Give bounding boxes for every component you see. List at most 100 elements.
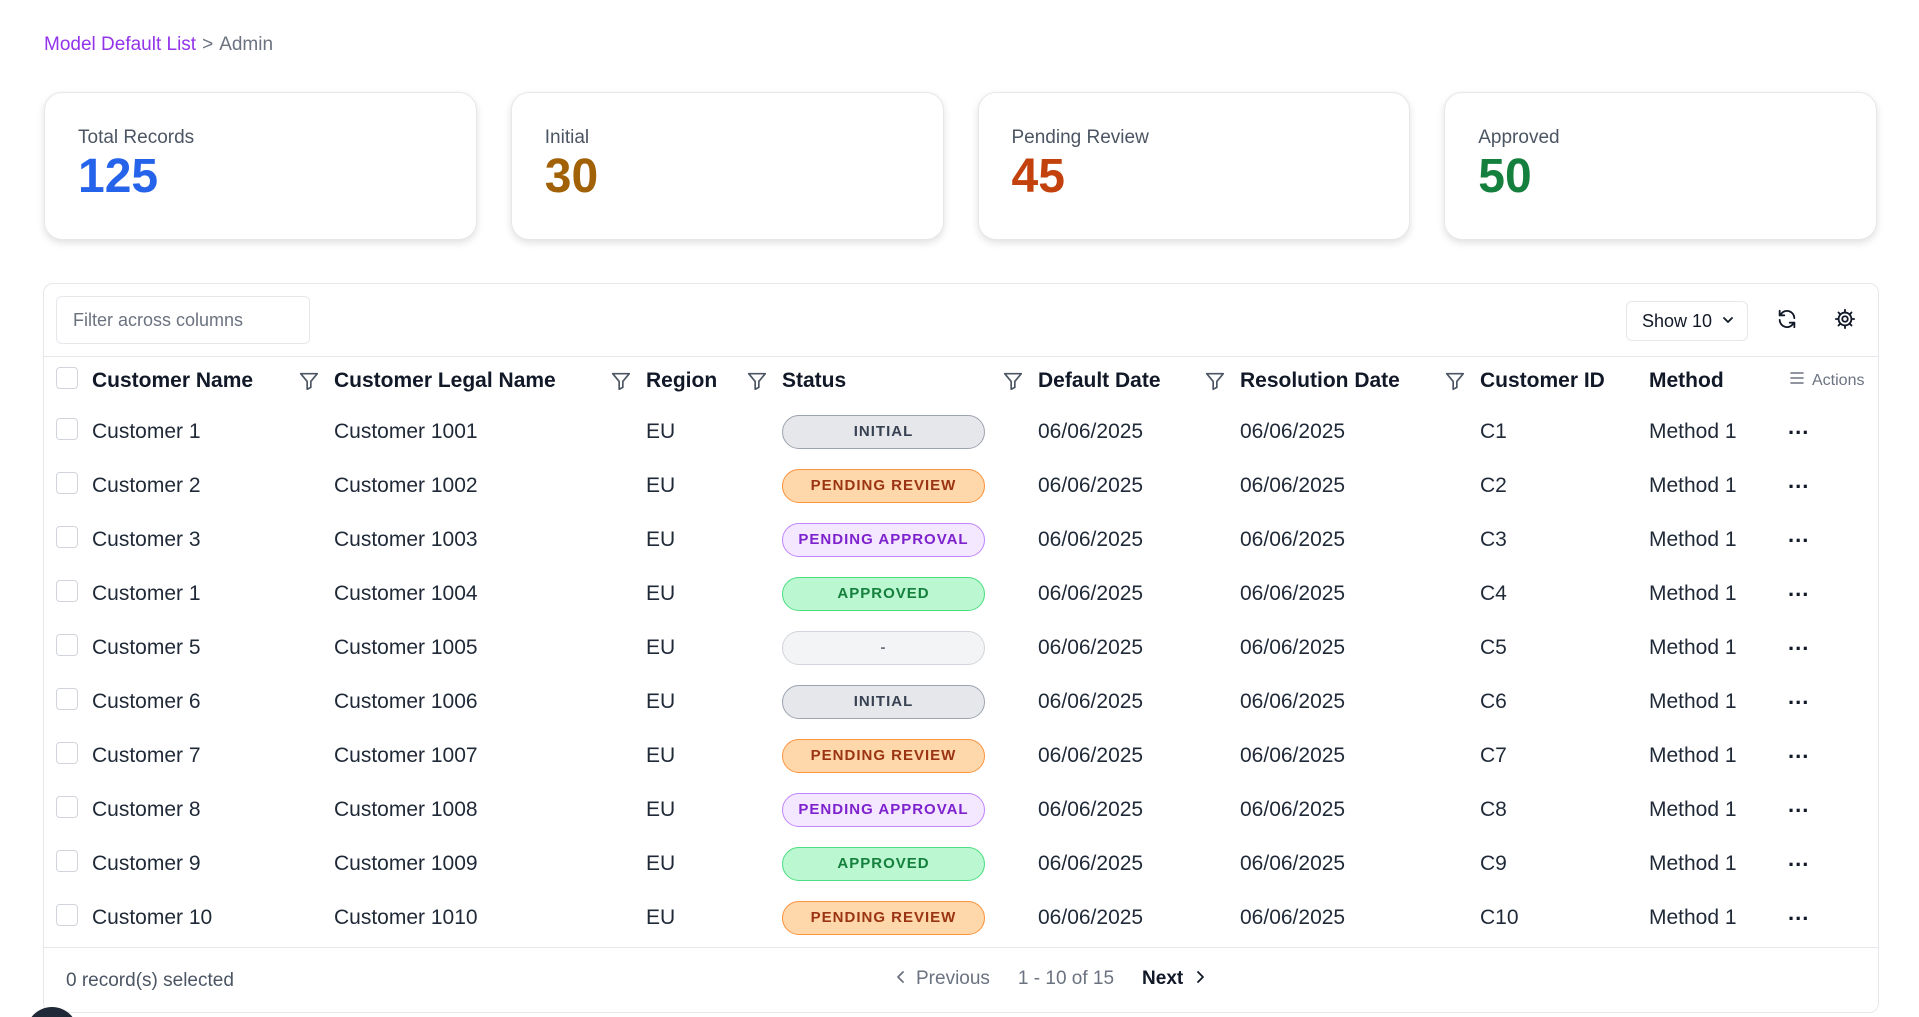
cell-customer-id: C6 [1480, 689, 1507, 713]
row-checkbox[interactable] [56, 471, 78, 494]
stat-card-approved: Approved 50 [1444, 92, 1877, 240]
filter-icon[interactable] [1204, 370, 1226, 392]
row-checkbox[interactable] [56, 633, 78, 656]
cell-legal-name: Customer 1010 [334, 905, 478, 929]
cell-method: Method 1 [1649, 473, 1737, 497]
column-header-label[interactable]: Customer ID [1480, 369, 1605, 392]
cell-status: INITIAL [782, 405, 1038, 459]
cell-status: PENDING APPROVAL [782, 513, 1038, 567]
gear-icon[interactable] [1832, 306, 1858, 332]
row-checkbox[interactable] [56, 903, 78, 926]
filter-icon[interactable] [610, 370, 632, 392]
cell-actions: ... [1788, 513, 1878, 567]
stat-cards: Total Records 125 Initial 30 Pending Rev… [44, 92, 1877, 240]
table-row[interactable]: Customer 9 Customer 1009 EU APPROVED 06/06/2… [44, 837, 1878, 891]
row-checkbox[interactable] [56, 417, 78, 440]
status-badge: PENDING REVIEW [782, 900, 985, 935]
row-checkbox[interactable] [56, 741, 78, 764]
chevron-right-icon [1193, 968, 1207, 990]
breadcrumb-current: Admin [219, 34, 274, 55]
row-checkbox[interactable] [56, 687, 78, 710]
status-badge: INITIAL [782, 414, 985, 449]
row-select-cell [44, 459, 92, 513]
table-row[interactable]: Customer 5 Customer 1005 EU - 06/06/2025 06/0… [44, 621, 1878, 675]
row-select-cell [44, 675, 92, 729]
table-row[interactable]: Customer 2 Customer 1002 EU PENDING REVIEW 0… [44, 459, 1878, 513]
column-header-label[interactable]: Status [782, 369, 846, 393]
table-footer: 0 record(s) selected Previous 1 - 10 of … [44, 947, 1878, 1013]
stat-card-total: Total Records 125 [44, 92, 477, 240]
stat-value: 125 [78, 150, 159, 203]
table-body: Customer 1 Customer 1001 EU INITIAL 06/06/20… [44, 405, 1878, 945]
cell-customer-id: C5 [1480, 635, 1507, 659]
row-actions-button[interactable]: ... [1788, 468, 1809, 493]
row-actions-button[interactable]: ... [1788, 576, 1809, 601]
filter-icon[interactable] [1002, 370, 1024, 392]
status-badge: APPROVED [782, 576, 985, 611]
row-actions-button[interactable]: ... [1788, 630, 1809, 655]
table-row[interactable]: Customer 1 Customer 1004 EU APPROVED 06/06/2… [44, 567, 1878, 621]
status-badge: PENDING REVIEW [782, 738, 985, 773]
cell-customer-id: C10 [1480, 905, 1519, 929]
cell-legal-name: Customer 1005 [334, 635, 478, 659]
col-actions: Actions [1788, 357, 1878, 405]
page-size-select[interactable]: Show 10 [1626, 301, 1748, 341]
table-row[interactable]: Customer 1 Customer 1001 EU INITIAL 06/06/20… [44, 405, 1878, 459]
cell-resolution-date: 06/06/2025 [1240, 743, 1346, 767]
col-region: Region [646, 357, 782, 405]
breadcrumb-link-model-default-list[interactable]: Model Default List [44, 34, 196, 56]
cell-default-date: 06/06/2025 [1038, 473, 1144, 497]
table-row[interactable]: Customer 8 Customer 1008 EU PENDING APPROVA… [44, 783, 1878, 837]
select-all-checkbox[interactable] [56, 366, 78, 389]
filter-icon[interactable] [1444, 370, 1466, 392]
cell-default-date: 06/06/2025 [1038, 905, 1144, 929]
cell-status: PENDING REVIEW [782, 459, 1038, 513]
page-size-label: Show 10 [1642, 310, 1713, 331]
row-actions-button[interactable]: ... [1788, 846, 1809, 871]
status-badge: PENDING APPROVAL [782, 522, 985, 557]
actions-header[interactable]: Actions [1788, 369, 1878, 392]
cell-region: EU [646, 905, 676, 929]
row-actions-button[interactable]: ... [1788, 792, 1809, 817]
status-badge: PENDING REVIEW [782, 468, 985, 503]
cell-legal-name: Customer 1008 [334, 797, 478, 821]
stat-label: Initial [544, 127, 590, 148]
column-header-label[interactable]: Resolution Date [1240, 369, 1400, 393]
cell-actions: ... [1788, 783, 1878, 837]
column-header-label[interactable]: Customer Legal Name [334, 369, 556, 393]
refresh-icon[interactable] [1774, 306, 1800, 332]
cell-resolution-date: 06/06/2025 [1240, 689, 1346, 713]
row-actions-button[interactable]: ... [1788, 414, 1809, 439]
cell-method: Method 1 [1649, 581, 1737, 605]
row-checkbox[interactable] [56, 579, 78, 602]
row-checkbox[interactable] [56, 849, 78, 872]
col-status: Status [782, 357, 1038, 405]
row-checkbox[interactable] [56, 525, 78, 548]
cell-method: Method 1 [1649, 797, 1737, 821]
row-actions-button[interactable]: ... [1788, 684, 1809, 709]
row-actions-button[interactable]: ... [1788, 738, 1809, 763]
next-page-button[interactable]: Next [1142, 968, 1207, 990]
previous-page-button[interactable]: Previous [894, 968, 990, 990]
column-header-label[interactable]: Method [1649, 369, 1724, 392]
table-row[interactable]: Customer 6 Customer 1006 EU INITIAL 06/06/20… [44, 675, 1878, 729]
row-actions-button[interactable]: ... [1788, 522, 1809, 547]
column-header-label[interactable]: Default Date [1038, 369, 1161, 393]
filter-input[interactable] [56, 296, 310, 344]
column-header-label[interactable]: Customer Name [92, 369, 253, 393]
cell-customer-name: Customer 9 [92, 851, 201, 875]
row-checkbox[interactable] [56, 795, 78, 818]
filter-icon[interactable] [298, 370, 320, 392]
table-row[interactable]: Customer 10 Customer 1010 EU PENDING REVIEW… [44, 891, 1878, 945]
cell-resolution-date: 06/06/2025 [1240, 635, 1346, 659]
column-header-label[interactable]: Region [646, 369, 717, 393]
cell-customer-name: Customer 6 [92, 689, 201, 713]
table-row[interactable]: Customer 3 Customer 1003 EU PENDING APPROVA… [44, 513, 1878, 567]
row-actions-button[interactable]: ... [1788, 900, 1809, 925]
row-select-cell [44, 405, 92, 459]
cell-resolution-date: 06/06/2025 [1240, 797, 1346, 821]
filter-icon[interactable] [746, 370, 768, 392]
table-row[interactable]: Customer 7 Customer 1007 EU PENDING REVIEW 0… [44, 729, 1878, 783]
stat-label: Pending Review [1011, 127, 1149, 148]
cell-region: EU [646, 473, 676, 497]
